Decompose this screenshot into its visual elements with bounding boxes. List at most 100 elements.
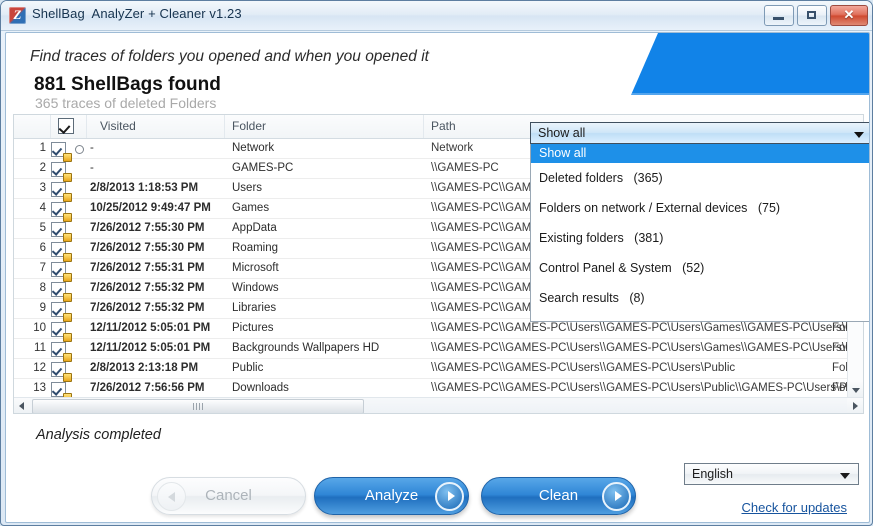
cell-folder: Games xyxy=(232,202,269,214)
row-index: 12 xyxy=(14,362,46,374)
cell-visited: - xyxy=(90,142,94,154)
minimize-icon xyxy=(773,17,784,20)
close-icon: ✕ xyxy=(831,7,867,23)
status-text: Analysis completed xyxy=(36,427,161,443)
cell-path: \\GAMES-PC\\GAMES-PC\Users\\GAMES-PC\Use… xyxy=(431,322,863,334)
cell-path: \\GAMES-PC\\GAMES-PC\Users\\GAMES-PC\Use… xyxy=(431,342,863,354)
table-row[interactable]: 11 12/11/2012 5:05:01 PM Backgrounds Wallp… xyxy=(14,339,863,359)
cell-path: \\GAMES-PC\\GAMES-PC\Users\\GAMES-PC\Use… xyxy=(431,362,735,374)
filter-dropdown[interactable]: Show all xyxy=(530,122,870,144)
cell-visited: - xyxy=(90,162,94,174)
chevron-down-icon xyxy=(840,473,850,479)
cell-folder: Backgrounds Wallpapers HD xyxy=(232,342,379,354)
page-title: 881 ShellBags found xyxy=(34,74,221,96)
scroll-down-arrow-icon[interactable] xyxy=(848,382,863,397)
filter-selected-value: Show all xyxy=(538,126,585,140)
cancel-button[interactable]: Cancel xyxy=(151,477,306,515)
cell-visited: 12/11/2012 5:05:01 PM xyxy=(90,342,210,354)
cell-folder: GAMES-PC xyxy=(232,162,293,174)
filter-option[interactable]: Folders on network / External devices (7… xyxy=(531,193,870,223)
cell-visited: 7/26/2012 7:55:30 PM xyxy=(90,222,204,234)
cell-path: Network xyxy=(431,142,473,154)
scroll-left-button[interactable] xyxy=(14,398,30,413)
content-panel: Find traces of folders you opened and wh… xyxy=(5,32,870,523)
cell-visited: 7/26/2012 7:55:32 PM xyxy=(90,302,204,314)
column-header-path[interactable]: Path xyxy=(431,119,456,133)
cell-path: \\GAMES-PC\\GAMES-PC\Users\\GAMES-PC\Use… xyxy=(431,382,863,394)
filter-option[interactable]: Deleted folders (365) xyxy=(531,163,870,193)
window-controls: ✕ xyxy=(764,5,868,26)
table-row[interactable]: 10 12/11/2012 5:05:01 PM Pictures \\GAMES-P… xyxy=(14,319,863,339)
check-for-updates-link[interactable]: Check for updates xyxy=(741,500,847,515)
horizontal-scroll-thumb[interactable] xyxy=(32,399,364,414)
language-selected-value: English xyxy=(692,467,733,481)
cell-visited: 12/11/2012 5:05:01 PM xyxy=(90,322,210,334)
header-separator xyxy=(86,115,87,138)
cell-folder: Public xyxy=(232,362,263,374)
row-index: 4 xyxy=(14,202,46,214)
clean-arrow-icon xyxy=(602,482,631,511)
cell-visited: 7/26/2012 7:55:32 PM xyxy=(90,282,204,294)
cell-visited: 10/25/2012 9:49:47 PM xyxy=(90,202,211,214)
scroll-right-button[interactable] xyxy=(847,398,863,413)
grip-icon xyxy=(193,403,203,410)
row-index: 3 xyxy=(14,182,46,194)
analyze-button[interactable]: Analyze xyxy=(314,477,469,515)
tagline: Find traces of folders you opened and wh… xyxy=(30,48,429,66)
table-row[interactable]: 12 2/8/2013 2:13:18 PM Public \\GAMES-PC\\G… xyxy=(14,359,863,379)
cancel-button-label: Cancel xyxy=(152,487,305,504)
close-button[interactable]: ✕ xyxy=(830,5,868,26)
app-logo-icon: Z xyxy=(9,7,26,24)
language-select[interactable]: English xyxy=(684,463,859,485)
row-index: 9 xyxy=(14,302,46,314)
maximize-icon xyxy=(807,11,816,19)
cell-folder: Network xyxy=(232,142,274,154)
header-separator xyxy=(224,115,225,138)
filter-dropdown-list[interactable]: Show allDeleted folders (365)Folders on … xyxy=(530,144,870,322)
cell-folder: AppData xyxy=(232,222,277,234)
cell-folder: Roaming xyxy=(232,242,278,254)
table-horizontal-scrollbar[interactable] xyxy=(14,397,863,413)
filter-option[interactable]: Existing folders (381) xyxy=(531,223,870,253)
row-index: 6 xyxy=(14,242,46,254)
column-header-visited[interactable]: Visited xyxy=(100,119,136,133)
cell-folder: Libraries xyxy=(232,302,276,314)
row-index: 5 xyxy=(14,222,46,234)
row-index: 11 xyxy=(14,342,46,354)
cell-folder: Windows xyxy=(232,282,279,294)
decorative-banner xyxy=(623,33,869,95)
window-title: ShellBag AnalyZer + Cleaner v1.23 xyxy=(32,6,242,21)
filter-option[interactable]: Show all xyxy=(531,144,870,163)
row-index: 1 xyxy=(14,142,46,154)
chevron-left-icon xyxy=(19,402,24,410)
table-row[interactable]: 13 7/26/2012 7:56:56 PM Downloads \\GAMES-P… xyxy=(14,379,863,397)
cell-visited: 7/26/2012 7:55:30 PM xyxy=(90,242,204,254)
analyze-arrow-icon xyxy=(435,482,464,511)
cell-visited: 2/8/2013 2:13:18 PM xyxy=(90,362,198,374)
row-index: 13 xyxy=(14,382,46,394)
clean-button[interactable]: Clean xyxy=(481,477,636,515)
chevron-down-icon xyxy=(854,132,864,138)
header-separator xyxy=(50,115,51,138)
cell-folder: Pictures xyxy=(232,322,274,334)
cell-visited: 7/26/2012 7:56:56 PM xyxy=(90,382,204,394)
application-window: Z ShellBag AnalyZer + Cleaner v1.23 ✕ Fi… xyxy=(0,0,873,526)
filter-option[interactable]: Search results (8) xyxy=(531,283,870,313)
cell-visited: 2/8/2013 1:18:53 PM xyxy=(90,182,198,194)
select-all-checkbox[interactable] xyxy=(58,118,74,134)
row-index: 10 xyxy=(14,322,46,334)
title-bar: Z ShellBag AnalyZer + Cleaner v1.23 ✕ xyxy=(1,1,873,31)
cell-folder: Users xyxy=(232,182,262,194)
cell-visited: 7/26/2012 7:55:31 PM xyxy=(90,262,204,274)
cell-path: \\GAMES-PC xyxy=(431,162,499,174)
header-separator xyxy=(423,115,424,138)
row-index: 7 xyxy=(14,262,46,274)
filter-option[interactable]: Control Panel & System (52) xyxy=(531,253,870,283)
minimize-button[interactable] xyxy=(764,5,794,26)
deleted-folders-subtitle: 365 traces of deleted Folders xyxy=(35,95,216,111)
cell-folder: Microsoft xyxy=(232,262,279,274)
row-index: 8 xyxy=(14,282,46,294)
maximize-button[interactable] xyxy=(797,5,827,26)
column-header-folder[interactable]: Folder xyxy=(232,119,266,133)
cell-folder: Downloads xyxy=(232,382,289,394)
